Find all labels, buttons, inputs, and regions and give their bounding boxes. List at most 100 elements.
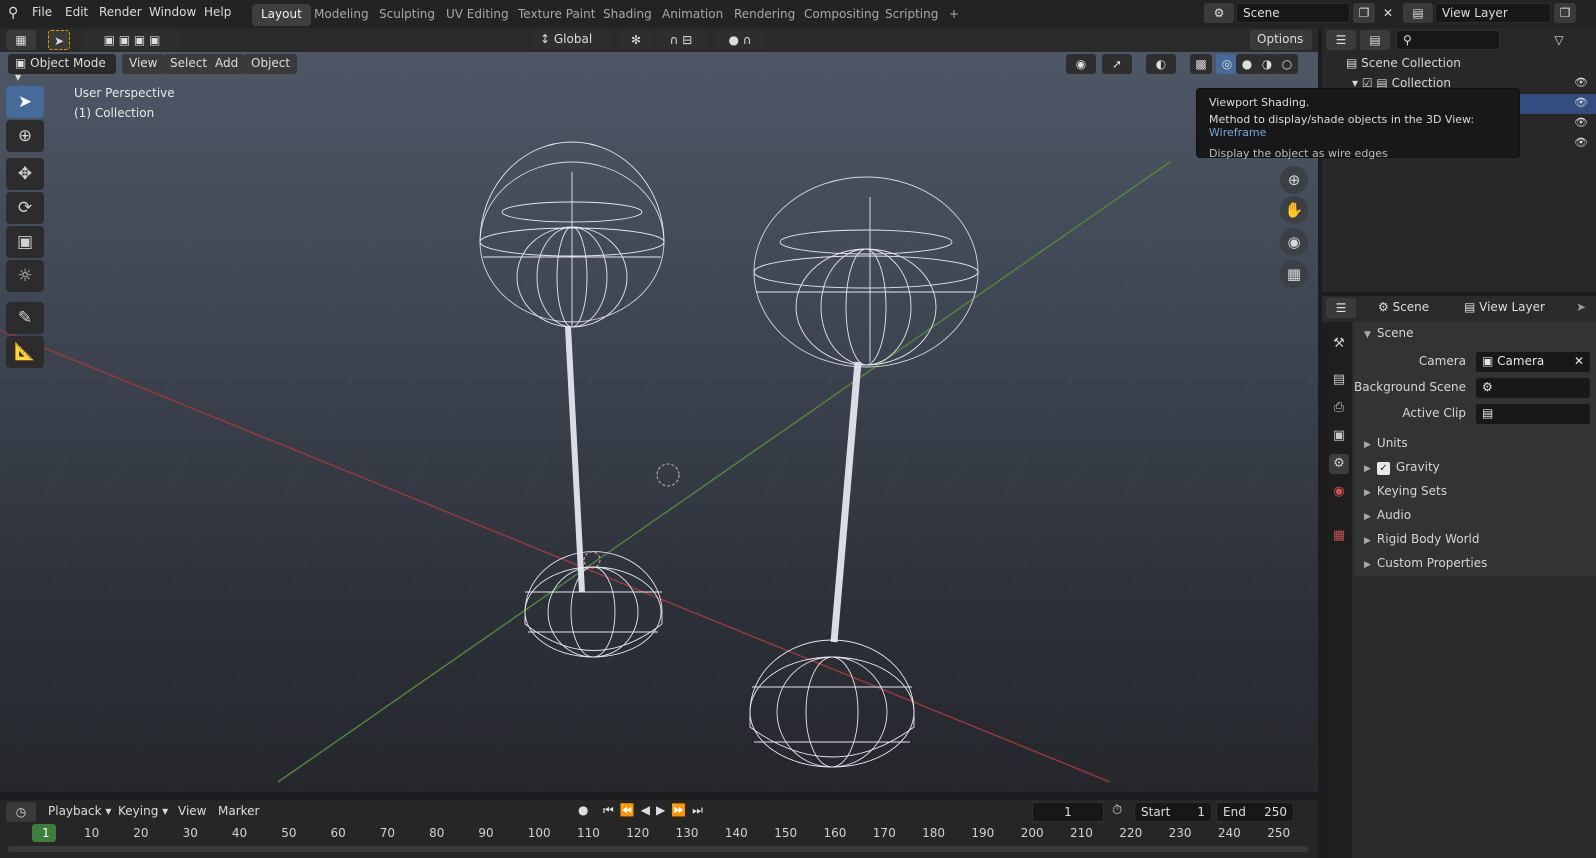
audio-panel[interactable]: ▶ Audio	[1354, 504, 1596, 528]
playback-menu[interactable]: Playback ▾	[48, 804, 111, 818]
tab-uv-editing[interactable]: UV Editing	[437, 4, 518, 26]
solid-shading-icon[interactable]: ●	[1236, 54, 1258, 74]
scene-tab-icon[interactable]: ⚙	[1329, 454, 1349, 474]
zoom-icon[interactable]: ⊕	[1280, 166, 1308, 194]
selection-mode-icons[interactable]: ▣ ▣ ▣ ▣	[84, 30, 180, 50]
eye-icon[interactable]: 👁	[1574, 116, 1588, 129]
view-layer-tab-icon[interactable]: ▣	[1329, 426, 1349, 446]
rendered-shading-icon[interactable]: ○	[1276, 54, 1298, 74]
current-frame-field[interactable]: 1	[1032, 802, 1104, 822]
tab-shading[interactable]: Shading	[594, 4, 661, 26]
gizmo-toggle-icon[interactable]: ➚	[1102, 54, 1132, 74]
scale-tool-icon[interactable]: ▣	[6, 226, 44, 258]
tool-tab-icon[interactable]: ⚒	[1329, 334, 1349, 354]
timeline-editor-type-icon[interactable]: ◷	[6, 802, 36, 822]
menu-window[interactable]: Window	[149, 5, 196, 19]
outliner-search-input[interactable]: ⚲	[1396, 30, 1500, 50]
gravity-checkbox[interactable]: ✓	[1376, 462, 1390, 475]
tab-sculpting[interactable]: Sculpting	[370, 4, 444, 26]
output-tab-icon[interactable]: ⎙	[1329, 398, 1349, 418]
pan-hand-icon[interactable]: ✋	[1280, 196, 1308, 224]
xray-toggle-icon[interactable]: ▩	[1190, 54, 1212, 74]
viewport-menu-view[interactable]: View	[122, 54, 165, 74]
timeline-view-menu[interactable]: View	[178, 804, 206, 818]
menu-edit[interactable]: Edit	[65, 5, 88, 19]
tab-layout[interactable]: Layout	[252, 4, 311, 26]
marker-menu[interactable]: Marker	[218, 804, 259, 818]
texture-tab-icon[interactable]: ▦	[1329, 526, 1349, 546]
measure-tool-icon[interactable]: 📐	[6, 336, 44, 368]
display-mode-icon[interactable]: ▤	[1360, 30, 1390, 50]
visibility-toggle-icon[interactable]: ◉	[1066, 54, 1096, 74]
scene-name-field[interactable]: Scene	[1236, 3, 1350, 23]
tab-texture-paint[interactable]: Texture Paint	[509, 4, 604, 26]
wireframe-shading-icon[interactable]: ◎	[1216, 54, 1238, 74]
record-icon[interactable]: ●	[578, 803, 588, 817]
render-tab-icon[interactable]: ▤	[1329, 370, 1349, 390]
tab-view-layer-context[interactable]: ▤ View Layer	[1464, 300, 1545, 314]
timeline-scrollbar[interactable]	[8, 846, 1308, 852]
scene-collection-item[interactable]: ▤ Scene Collection	[1346, 56, 1461, 70]
options-dropdown[interactable]: Options	[1250, 30, 1312, 50]
transform-orientation-dropdown[interactable]: ↕ Global	[534, 30, 610, 50]
eye-icon[interactable]: 👁	[1574, 76, 1588, 89]
delete-scene-icon[interactable]: ✕	[1377, 3, 1399, 23]
outliner-editor-type-icon[interactable]: ☰	[1326, 30, 1356, 50]
start-frame-field[interactable]: Start 1	[1134, 802, 1212, 822]
tab-scripting[interactable]: Scripting	[876, 4, 947, 26]
properties-editor-type-icon[interactable]: ☰	[1326, 298, 1356, 318]
menu-file[interactable]: File	[32, 5, 52, 19]
object-mode-dropdown[interactable]: ▣ Object Mode ▾	[8, 54, 116, 84]
scene-selector-icon[interactable]: ⚙	[1204, 3, 1234, 23]
snap-icon[interactable]: ∩ ⊟	[656, 30, 706, 50]
perspective-toggle-icon[interactable]: ▦	[1280, 260, 1308, 288]
pin-icon[interactable]: ➤	[1576, 300, 1586, 314]
tab-scene-context[interactable]: ⚙ Scene	[1378, 300, 1429, 314]
eye-icon[interactable]: 👁	[1574, 96, 1588, 109]
tab-rendering[interactable]: Rendering	[725, 4, 804, 26]
tab-animation[interactable]: Animation	[653, 4, 732, 26]
stopwatch-icon[interactable]: ⏱	[1112, 803, 1122, 818]
camera-view-icon[interactable]: ◉	[1280, 228, 1308, 256]
keying-sets-panel[interactable]: ▶ Keying Sets	[1354, 480, 1596, 504]
world-tab-icon[interactable]: ◉	[1329, 482, 1349, 502]
editor-type-icon[interactable]: ▦	[6, 30, 36, 50]
pivot-point-icon[interactable]: ✻	[620, 30, 652, 50]
playback-controls[interactable]: ⏮⏪◀▶⏩⏭	[603, 803, 709, 818]
view-layer-selector-icon[interactable]: ▤	[1403, 3, 1433, 23]
proportional-editing-icon[interactable]: ● ∩	[714, 30, 766, 50]
overlays-toggle-icon[interactable]: ◐	[1146, 54, 1176, 74]
cursor-tool-icon[interactable]: ⊕	[6, 120, 44, 152]
3d-viewport[interactable]: User Perspective (1) Collection ➤ ⊕ ✥ ⟳ …	[0, 52, 1318, 792]
camera-field[interactable]: ▣ Camera ✕	[1476, 352, 1590, 372]
rigid-body-world-panel[interactable]: ▶ Rigid Body World	[1354, 528, 1596, 552]
annotate-tool-icon[interactable]: ✎	[6, 302, 44, 334]
blender-logo-icon[interactable]: ⚲	[8, 5, 18, 21]
end-frame-field[interactable]: End 250	[1216, 802, 1294, 822]
filter-icon[interactable]: ▽	[1544, 30, 1574, 50]
menu-render[interactable]: Render	[99, 5, 142, 19]
active-clip-field[interactable]: ▤	[1476, 404, 1590, 424]
units-panel[interactable]: ▶ Units	[1354, 432, 1596, 456]
viewport-menu-object[interactable]: Object	[244, 54, 298, 74]
transform-tool-icon[interactable]: ☼	[6, 260, 44, 292]
tab-compositing[interactable]: Compositing	[795, 4, 888, 26]
custom-properties-panel[interactable]: ▶ Custom Properties	[1354, 552, 1596, 576]
viewport-menu-select[interactable]: Select	[163, 54, 215, 74]
view-layer-field[interactable]: View Layer	[1435, 3, 1551, 23]
rotate-tool-icon[interactable]: ⟳	[6, 192, 44, 224]
background-scene-field[interactable]: ⚙	[1476, 378, 1590, 398]
select-tool-icon[interactable]: ➤	[6, 86, 44, 118]
add-workspace-button[interactable]: +	[940, 4, 968, 26]
select-box-icon[interactable]: ➤	[48, 30, 70, 50]
keying-menu[interactable]: Keying ▾	[118, 804, 168, 818]
menu-help[interactable]: Help	[204, 5, 231, 19]
move-tool-icon[interactable]: ✥	[6, 158, 44, 190]
tab-modeling[interactable]: Modeling	[305, 4, 378, 26]
new-scene-icon[interactable]: ❐	[1353, 3, 1375, 23]
scene-panel-header[interactable]: ▼ Scene	[1354, 322, 1596, 346]
eye-icon[interactable]: 👁	[1574, 136, 1588, 149]
new-view-layer-icon[interactable]: ❐	[1554, 3, 1576, 23]
viewport-menu-add[interactable]: Add	[208, 54, 246, 74]
gravity-panel[interactable]: ▶ ✓ Gravity	[1354, 456, 1596, 480]
